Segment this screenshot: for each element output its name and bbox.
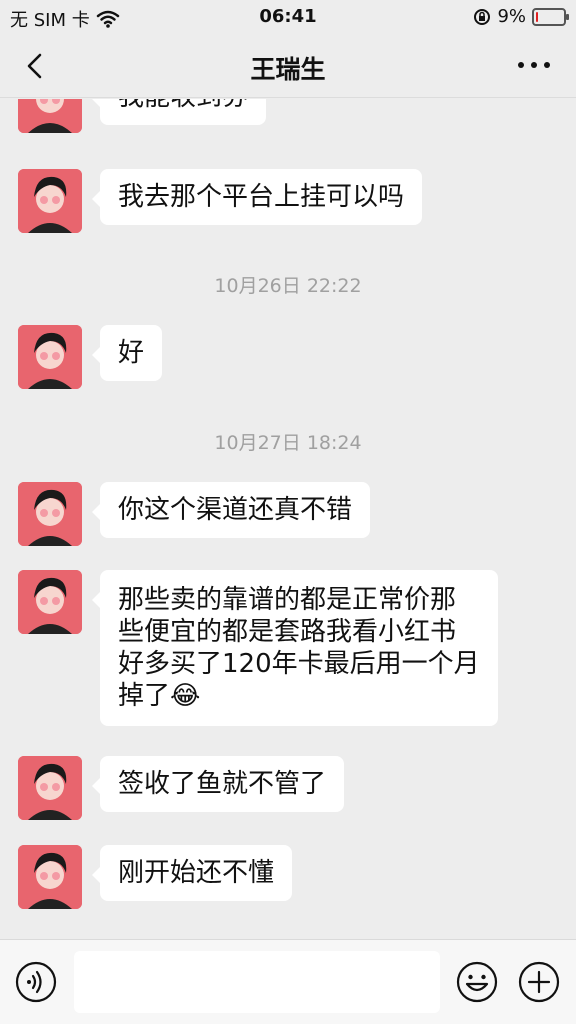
status-right: 9% [473, 6, 569, 27]
avatar-image [18, 482, 82, 546]
input-bar [0, 939, 576, 1024]
chat-area[interactable]: 我能收到券 我去那个平台上挂可以吗 10月26日 22:22 好 10月27日 … [0, 99, 576, 939]
message-text: 签收了鱼就不管了 [118, 769, 327, 799]
message-line: 好多买了120年卡最后用一个月 [118, 649, 480, 679]
message-row: 签收了鱼就不管了 [18, 756, 345, 820]
message-line: 些便宜的都是套路我看小红书 [118, 617, 457, 647]
voice-icon[interactable] [14, 960, 58, 1004]
message-bubble[interactable]: 我能收到券 [91, 99, 267, 125]
message-row: 我去那个平台上挂可以吗 [18, 169, 423, 233]
avatar-image [18, 845, 82, 909]
avatar[interactable] [18, 482, 82, 546]
plus-circle-icon[interactable] [517, 960, 561, 1004]
avatar-image [18, 570, 82, 634]
avatar-image [18, 99, 82, 133]
message-text: 我去那个平台上挂可以吗 [118, 182, 405, 212]
message-bubble[interactable]: 我去那个平台上挂可以吗 [91, 169, 423, 225]
more-dots-icon[interactable] [518, 62, 550, 68]
message-text: 我能收到券 [118, 99, 248, 112]
message-row: 刚开始还不懂 [18, 845, 293, 909]
status-bar: 无 SIM 卡 06:41 9% [0, 0, 576, 34]
message-text: 刚开始还不懂 [118, 858, 275, 888]
message-line: 那些卖的靠谱的都是正常价那 [118, 585, 457, 615]
avatar[interactable] [18, 99, 82, 133]
nav-bar: 王瑞生 [0, 34, 576, 98]
message-text: 你这个渠道还真不错 [118, 495, 353, 525]
dot [531, 62, 537, 68]
message-row: 我能收到券 [18, 99, 267, 133]
dot [518, 62, 524, 68]
battery-icon [532, 7, 569, 26]
avatar-image [18, 325, 82, 389]
message-line-last: 掉了😂 [118, 680, 480, 712]
message-bubble[interactable]: 你这个渠道还真不错 [91, 482, 371, 538]
message-row: 那些卖的靠谱的都是正常价那 些便宜的都是套路我看小红书 好多买了120年卡最后用… [18, 570, 498, 726]
avatar[interactable] [18, 570, 82, 634]
avatar[interactable] [18, 169, 82, 233]
message-bubble[interactable]: 刚开始还不懂 [91, 845, 293, 901]
message-row: 好 [18, 325, 163, 389]
emoji-icon[interactable] [455, 960, 499, 1004]
avatar-image [18, 169, 82, 233]
message-line: 掉了 [118, 681, 171, 711]
timestamp: 10月26日 22:22 [214, 275, 362, 297]
timestamp: 10月27日 18:24 [214, 432, 362, 454]
avatar[interactable] [18, 756, 82, 820]
laughing-emoji-icon: 😂 [170, 681, 201, 711]
avatar[interactable] [18, 325, 82, 389]
chat-title: 王瑞生 [250, 55, 326, 84]
message-input[interactable] [74, 951, 440, 1013]
rotation-lock-icon [474, 8, 491, 25]
battery-fill [536, 11, 538, 22]
avatar[interactable] [18, 845, 82, 909]
battery-percent: 9% [497, 6, 526, 27]
avatar-image [18, 756, 82, 820]
message-bubble[interactable]: 签收了鱼就不管了 [91, 756, 345, 812]
message-bubble[interactable]: 那些卖的靠谱的都是正常价那 些便宜的都是套路我看小红书 好多买了120年卡最后用… [92, 570, 498, 726]
message-text: 好 [118, 338, 145, 368]
dot [544, 62, 550, 68]
message-row: 你这个渠道还真不错 [18, 482, 371, 546]
message-bubble[interactable]: 好 [91, 325, 163, 381]
